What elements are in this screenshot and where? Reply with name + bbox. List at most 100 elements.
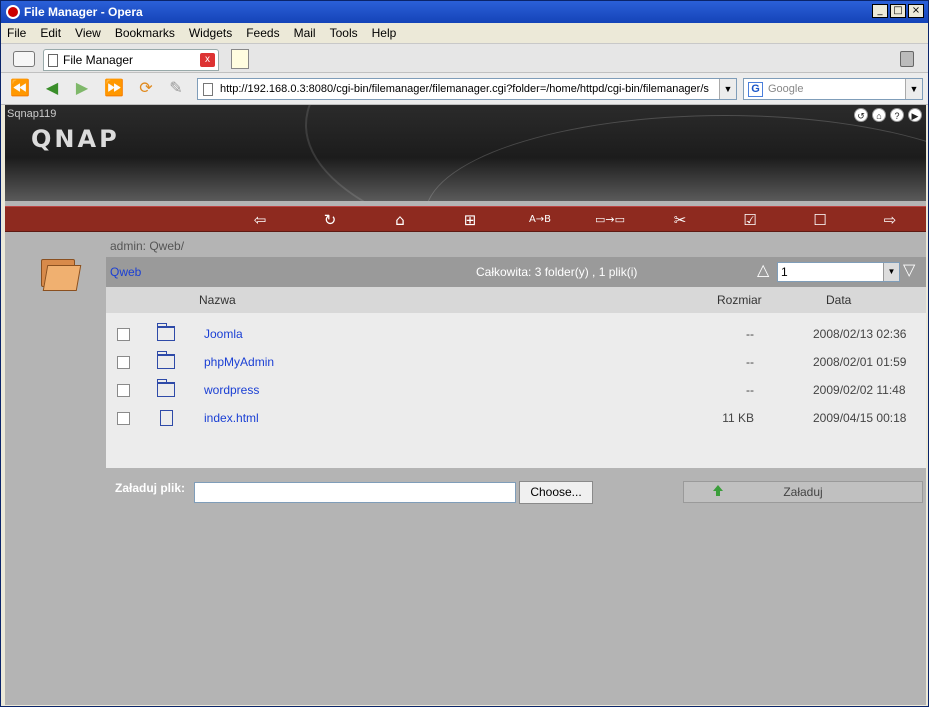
file-list-panel: Qweb Całkowita: 3 folder(y) , 1 plik(i) … [106,257,926,468]
file-name-link[interactable]: index.html [204,411,259,425]
folder-icon[interactable] [157,379,175,397]
sessions-icon[interactable] [13,51,35,67]
current-folder-link[interactable]: Qweb [110,265,141,279]
file-name-link[interactable]: phpMyAdmin [204,355,274,369]
tab-label: File Manager [63,53,134,67]
menu-feeds[interactable]: Feeds [246,26,279,40]
close-window-button[interactable]: × [908,4,924,18]
page-up-icon[interactable]: △ [757,263,769,279]
menu-tools[interactable]: Tools [330,26,358,40]
page-icon [48,53,58,67]
refresh-icon[interactable]: ↻ [313,211,347,229]
back-icon[interactable]: ◀ [41,79,63,99]
opera-icon [6,5,20,19]
chevron-down-icon[interactable]: ▼ [719,79,736,99]
breadcrumb: admin: Qweb/ [110,239,185,253]
file-size: 11 KB [722,411,754,425]
menu-edit[interactable]: Edit [40,26,61,40]
maximize-button[interactable]: □ [890,4,906,18]
row-checkbox[interactable] [117,356,130,369]
cut-icon[interactable]: ✂ [663,211,697,229]
open-folder-icon [39,255,82,291]
page-icon [203,83,213,96]
upload-file-input[interactable] [194,482,516,503]
table-row: index.html 11 KB 2009/04/15 00:18 [106,404,926,432]
title-bar: File Manager - Opera _ □ × [1,1,928,23]
file-name-link[interactable]: wordpress [204,383,259,397]
row-checkbox[interactable] [117,328,130,341]
col-size[interactable]: Rozmiar [717,293,762,307]
upload-button[interactable]: Załaduj [683,481,923,503]
next-circle-icon[interactable]: ▶ [908,108,922,122]
trash-icon[interactable] [900,51,914,67]
help-circle-icon[interactable]: ? [890,108,904,122]
qnap-logo: QNAP [31,125,120,153]
page-content: Sqnap119 QNAP ↺ ⌂ ? ▶ ⇦ ↻ ⌂ ⊞ A→B ▭→▭ ✂ … [5,105,926,705]
address-bar[interactable]: http://192.168.0.3:8080/cgi-bin/filemana… [197,78,737,100]
total-count: Całkowita: 3 folder(y) , 1 plik(i) [476,265,638,279]
home-icon[interactable]: ⌂ [383,211,417,229]
menu-bookmarks[interactable]: Bookmarks [115,26,175,40]
new-tab-icon[interactable] [231,49,249,69]
tab-file-manager[interactable]: File Manager x [43,49,219,71]
chevron-down-icon[interactable]: ▼ [905,79,922,99]
choose-button[interactable]: Choose... [519,481,593,504]
minimize-button[interactable]: _ [872,4,888,18]
menu-mail[interactable]: Mail [294,26,316,40]
menu-view[interactable]: View [75,26,101,40]
fast-forward-icon[interactable]: ⏩ [103,79,125,99]
menu-bar: File Edit View Bookmarks Widgets Feeds M… [1,23,928,43]
file-size: -- [746,355,754,369]
deselect-icon[interactable]: ☐ [803,211,837,229]
menu-help[interactable]: Help [372,26,397,40]
file-icon[interactable] [160,410,173,426]
upload-arrow-icon [712,485,724,497]
upload-button-label: Załaduj [783,485,823,499]
page-down-icon[interactable]: ▽ [903,263,915,279]
page-value: 1 [781,265,788,279]
search-placeholder: Google [768,83,804,95]
window-title: File Manager - Opera [24,5,143,19]
new-folder-icon[interactable]: ⊞ [453,211,487,229]
col-name[interactable]: Nazwa [199,293,236,307]
copy-icon[interactable]: ▭→▭ [593,211,627,229]
navigation-bar: ⏪ ◀ ▶ ⏩ ⟳ ✎ http://192.168.0.3:8080/cgi-… [1,73,928,105]
folder-icon[interactable] [157,323,175,341]
row-checkbox[interactable] [117,384,130,397]
reload-icon[interactable]: ⟳ [135,79,157,99]
back-arrow-icon[interactable]: ⇦ [243,211,277,229]
col-date[interactable]: Data [826,293,851,307]
file-size: -- [746,327,754,341]
back-circle-icon[interactable]: ↺ [854,108,868,122]
column-header: Nazwa Rozmiar Data [106,287,926,313]
address-url: http://192.168.0.3:8080/cgi-bin/filemana… [220,83,709,95]
rewind-icon[interactable]: ⏪ [9,79,31,99]
page-select[interactable]: 1 ▼ [777,262,900,282]
search-input[interactable]: G Google ▼ [743,78,923,100]
menu-widgets[interactable]: Widgets [189,26,232,40]
logout-icon[interactable]: ⇨ [873,211,907,229]
host-label: Sqnap119 [7,108,57,120]
browser-window: File Manager - Opera _ □ × File Edit Vie… [0,0,929,707]
panel-header: Qweb Całkowita: 3 folder(y) , 1 plik(i) … [106,257,926,287]
forward-icon[interactable]: ▶ [71,79,93,99]
select-all-icon[interactable]: ☑ [733,211,767,229]
file-name-link[interactable]: Joomla [204,327,243,341]
home-circle-icon[interactable]: ⌂ [872,108,886,122]
file-toolbar: ⇦ ↻ ⌂ ⊞ A→B ▭→▭ ✂ ☑ ☐ ⇨ [5,206,926,232]
close-tab-icon[interactable]: x [200,53,215,67]
row-checkbox[interactable] [117,412,130,425]
file-date: 2009/04/15 00:18 [813,411,907,425]
edit-icon[interactable]: ✎ [165,79,187,99]
folder-icon[interactable] [157,351,175,369]
chevron-down-icon[interactable]: ▼ [883,263,899,281]
rename-icon[interactable]: A→B [523,211,557,229]
menu-file[interactable]: File [7,26,26,40]
file-date: 2008/02/13 02:36 [813,327,907,341]
google-icon: G [748,82,763,97]
qnap-header: Sqnap119 QNAP ↺ ⌂ ? ▶ [5,105,926,201]
tab-bar: File Manager x [1,43,928,73]
file-size: -- [746,383,754,397]
file-date: 2008/02/01 01:59 [813,355,907,369]
file-date: 2009/02/02 11:48 [813,383,906,397]
